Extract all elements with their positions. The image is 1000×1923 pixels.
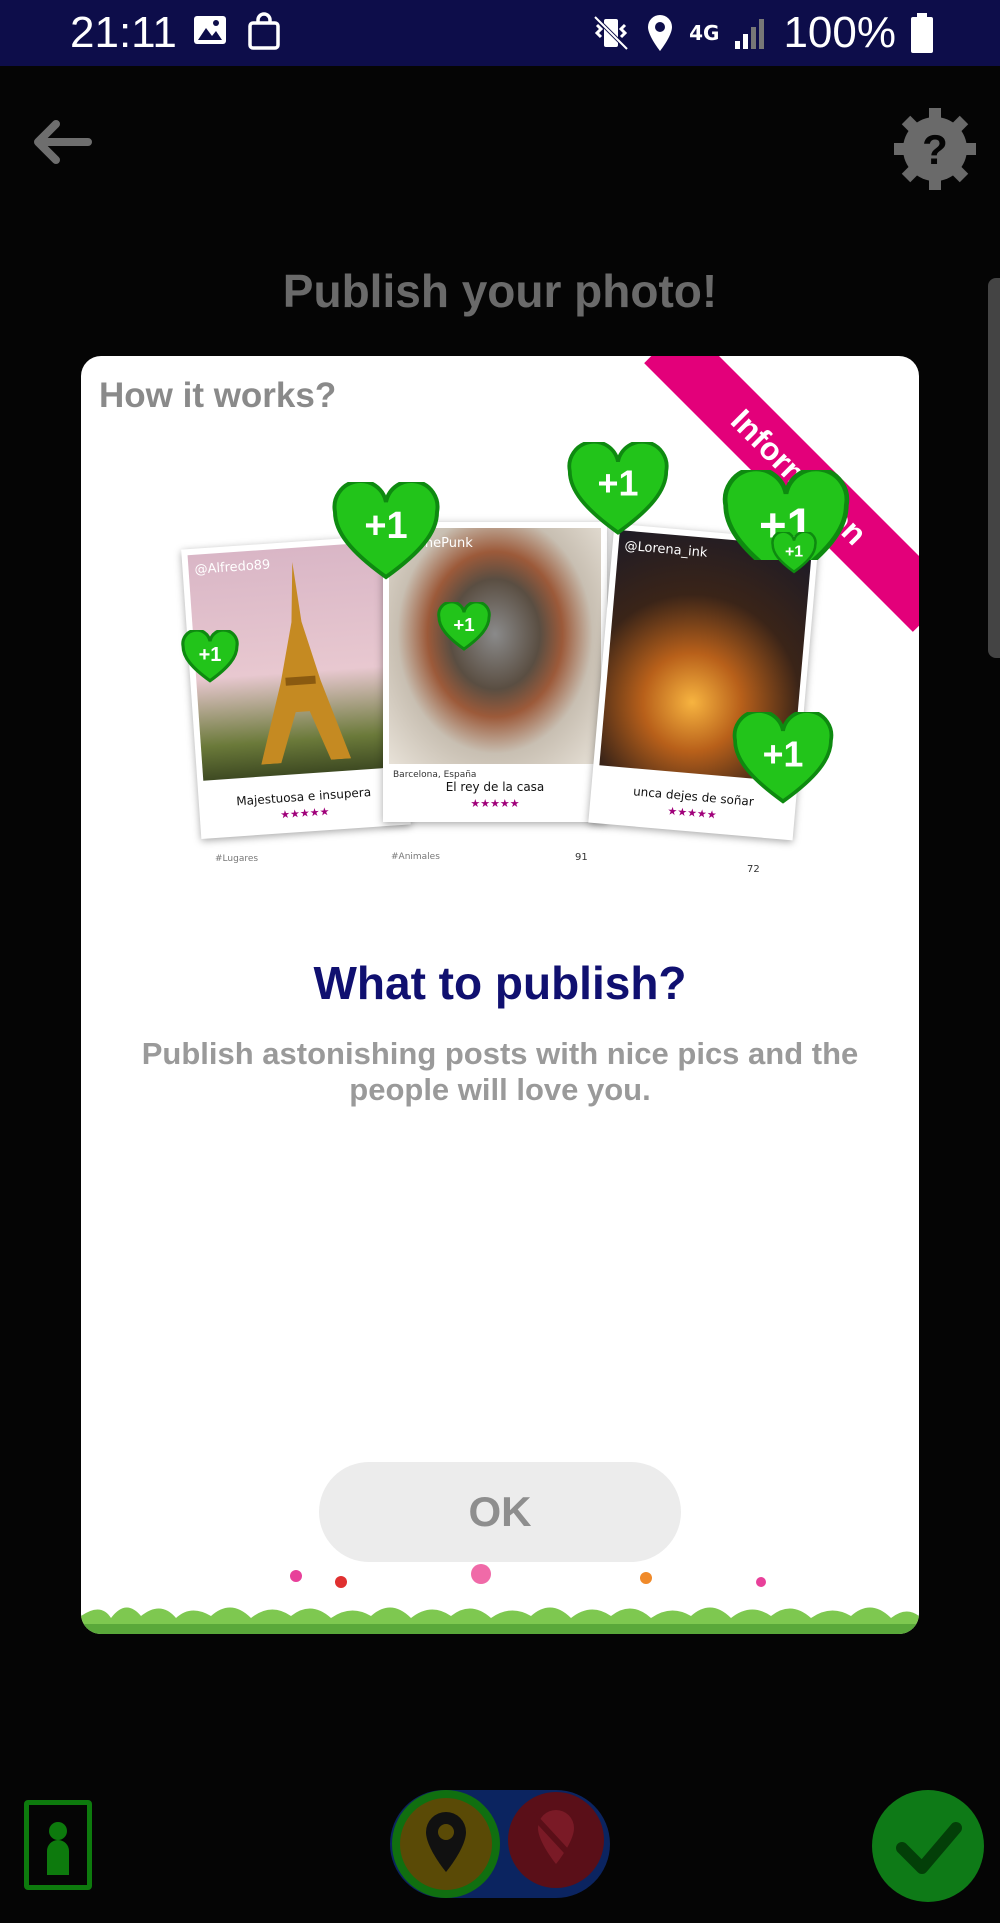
status-right-icons: 4G 100% [591, 8, 934, 58]
svg-text:+1: +1 [199, 644, 222, 666]
like-heart-icon: +1 [332, 482, 440, 580]
svg-text:+1: +1 [763, 735, 804, 775]
back-arrow-icon[interactable] [30, 118, 92, 166]
card-tag: #Lugares [215, 854, 259, 864]
shopping-bag-icon [248, 12, 280, 50]
status-bar: 21:11 4G 100% [0, 0, 1000, 66]
card-location: Barcelona, España [393, 770, 477, 780]
location-icon [648, 15, 673, 51]
like-heart-icon: +1 [732, 712, 834, 804]
page-title: Publish your photo! [282, 265, 718, 317]
dialog-description: Publish astonishing posts with nice pics… [141, 1036, 859, 1107]
illustration: @Alfredo89 Paris, Francia Majestuosa e i… [161, 442, 850, 912]
ok-button[interactable]: OK [319, 1462, 681, 1562]
like-heart-icon: +1 [181, 630, 239, 683]
dialog-heading: How it works? [99, 376, 337, 415]
svg-text:+1: +1 [785, 543, 803, 560]
like-heart-icon: +1 [437, 602, 491, 651]
card-caption: El rey de la casa [445, 780, 545, 794]
battery-icon [911, 13, 933, 53]
svg-text:+1: +1 [453, 614, 474, 635]
profile-frame-icon[interactable] [24, 1800, 92, 1890]
vibrate-icon [593, 15, 629, 51]
status-time: 21:11 [70, 8, 177, 57]
map-pin-icon [426, 1812, 466, 1872]
grass-decoration [81, 1564, 919, 1634]
status-left-icons [192, 12, 282, 50]
map-pin-off-icon [529, 1810, 583, 1869]
confirm-button[interactable] [872, 1790, 984, 1902]
card-likes: 72 [747, 864, 760, 875]
like-heart-icon: +1 [771, 532, 817, 574]
info-dialog: How it works? Information @Alfredo89 Par… [81, 356, 919, 1634]
card-likes: 91 [575, 852, 588, 863]
gallery-icon [194, 16, 226, 44]
map-pin-off-button[interactable] [508, 1792, 604, 1888]
like-heart-icon: +1 [567, 442, 669, 535]
dialog-title: What to publish? [313, 957, 687, 1009]
card-tag: #Animales [391, 852, 440, 862]
svg-text:?: ? [922, 126, 948, 173]
eiffel-tower-drawing [261, 561, 352, 765]
signal-icon [735, 19, 765, 49]
battery-percent: 100% [783, 8, 896, 57]
side-drawer-handle[interactable] [988, 278, 1000, 658]
network-type: 4G [689, 21, 720, 45]
svg-text:+1: +1 [364, 505, 407, 547]
svg-text:+1: +1 [598, 463, 639, 504]
map-pin-on-button[interactable] [392, 1790, 500, 1898]
checkmark-icon [896, 1822, 962, 1874]
card-rating: ★★★★★ [470, 797, 520, 810]
help-gear-icon[interactable]: ? [890, 104, 980, 194]
